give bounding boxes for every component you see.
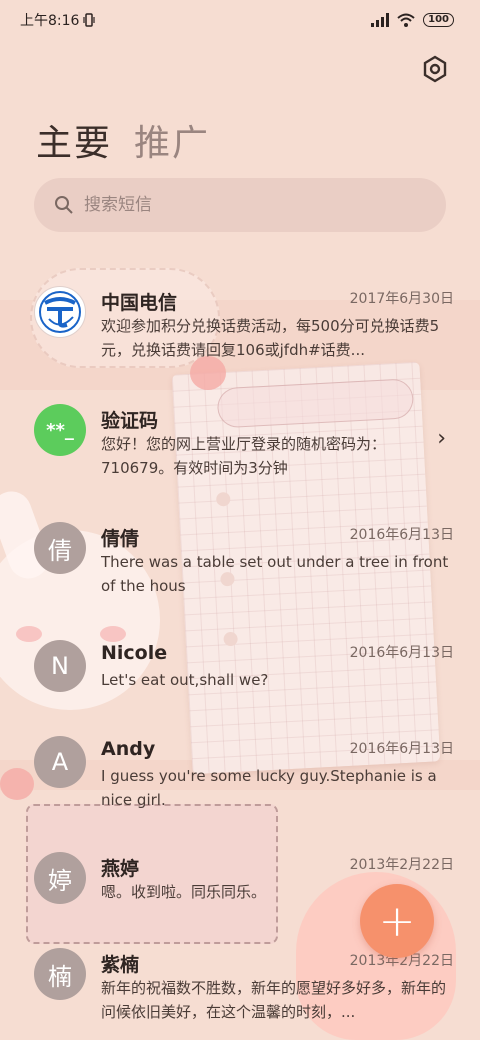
avatar: A (34, 736, 86, 788)
message-item-andy[interactable]: A Andy 2016年6月13日 I guess you're some lu… (0, 720, 480, 820)
tab-promotion[interactable]: 推广 (134, 114, 210, 166)
avatar: 婷 (34, 852, 86, 904)
telecom-logo-icon (34, 286, 86, 338)
message-preview: 您好！您的网上营业厅登录的随机密码为：710679。有效时间为3分钟 (101, 435, 387, 477)
notepad-hole (215, 491, 231, 507)
message-date: 2016年6月13日 (349, 645, 454, 661)
message-preview: Let's eat out,shall we? (101, 671, 269, 689)
message-date: 2013年2月22日 (349, 857, 454, 873)
message-date: 2016年6月13日 (349, 527, 454, 543)
vibrate-icon (83, 13, 96, 27)
settings-button[interactable] (420, 54, 450, 84)
telecom-logo-graphic (39, 291, 81, 333)
avatar: 楠 (34, 948, 86, 1000)
search-input[interactable] (84, 195, 424, 215)
message-preview: 欢迎参加积分兑换话费活动，每500分可兑换话费5元，兑换话费请回复106或jfd… (101, 317, 440, 359)
avatar: N (34, 640, 86, 692)
message-sender: 验证码 (101, 410, 159, 432)
message-item-verification[interactable]: **_ 验证码 您好！您的网上营业厅登录的随机密码为：710679。有效时间为3… (0, 388, 480, 488)
message-item-qianqian[interactable]: 倩 倩倩 2016年6月13日 There was a table set ou… (0, 506, 480, 606)
search-bar[interactable] (34, 178, 446, 232)
status-bar: 上午8:16 100 (0, 0, 480, 40)
chevron-right-icon[interactable]: › (437, 426, 446, 451)
message-sender: 燕婷 (101, 858, 140, 880)
plus-icon: + (378, 895, 416, 947)
message-preview: 新年的祝福数不胜数，新年的愿望好多好多，新年的问候依旧美好，在这个温馨的时刻，.… (101, 979, 447, 1021)
new-message-button[interactable]: + (360, 884, 434, 958)
gear-icon (423, 55, 447, 83)
message-sender: 中国电信 (101, 292, 178, 314)
message-date: 2016年6月13日 (349, 741, 454, 757)
message-item-telecom[interactable]: 中国电信 2017年6月30日 欢迎参加积分兑换话费活动，每500分可兑换话费5… (0, 270, 480, 370)
message-sender: Andy (101, 738, 156, 760)
message-sender: Nicole (101, 642, 168, 664)
status-right: 100 (371, 13, 454, 27)
verification-code-icon: **_ (34, 404, 86, 456)
tab-main[interactable]: 主要 (36, 114, 112, 166)
message-preview: There was a table set out under a tree i… (101, 553, 449, 595)
message-date: 2017年6月30日 (349, 291, 454, 307)
status-time: 上午8:16 (20, 13, 80, 29)
battery-icon: 100 (423, 13, 454, 27)
wifi-icon (397, 13, 415, 27)
message-sender: 倩倩 (101, 528, 140, 550)
category-tabs: 主要 推广 (36, 114, 210, 166)
message-item-nicole[interactable]: N Nicole 2016年6月13日 Let's eat out,shall … (0, 624, 480, 724)
message-preview: I guess you're some lucky guy.Stephanie … (101, 767, 437, 809)
search-icon (55, 196, 73, 214)
signal-icon (371, 13, 390, 27)
message-sender: 紫楠 (101, 954, 140, 976)
status-left: 上午8:16 (20, 10, 96, 30)
avatar: 倩 (34, 522, 86, 574)
